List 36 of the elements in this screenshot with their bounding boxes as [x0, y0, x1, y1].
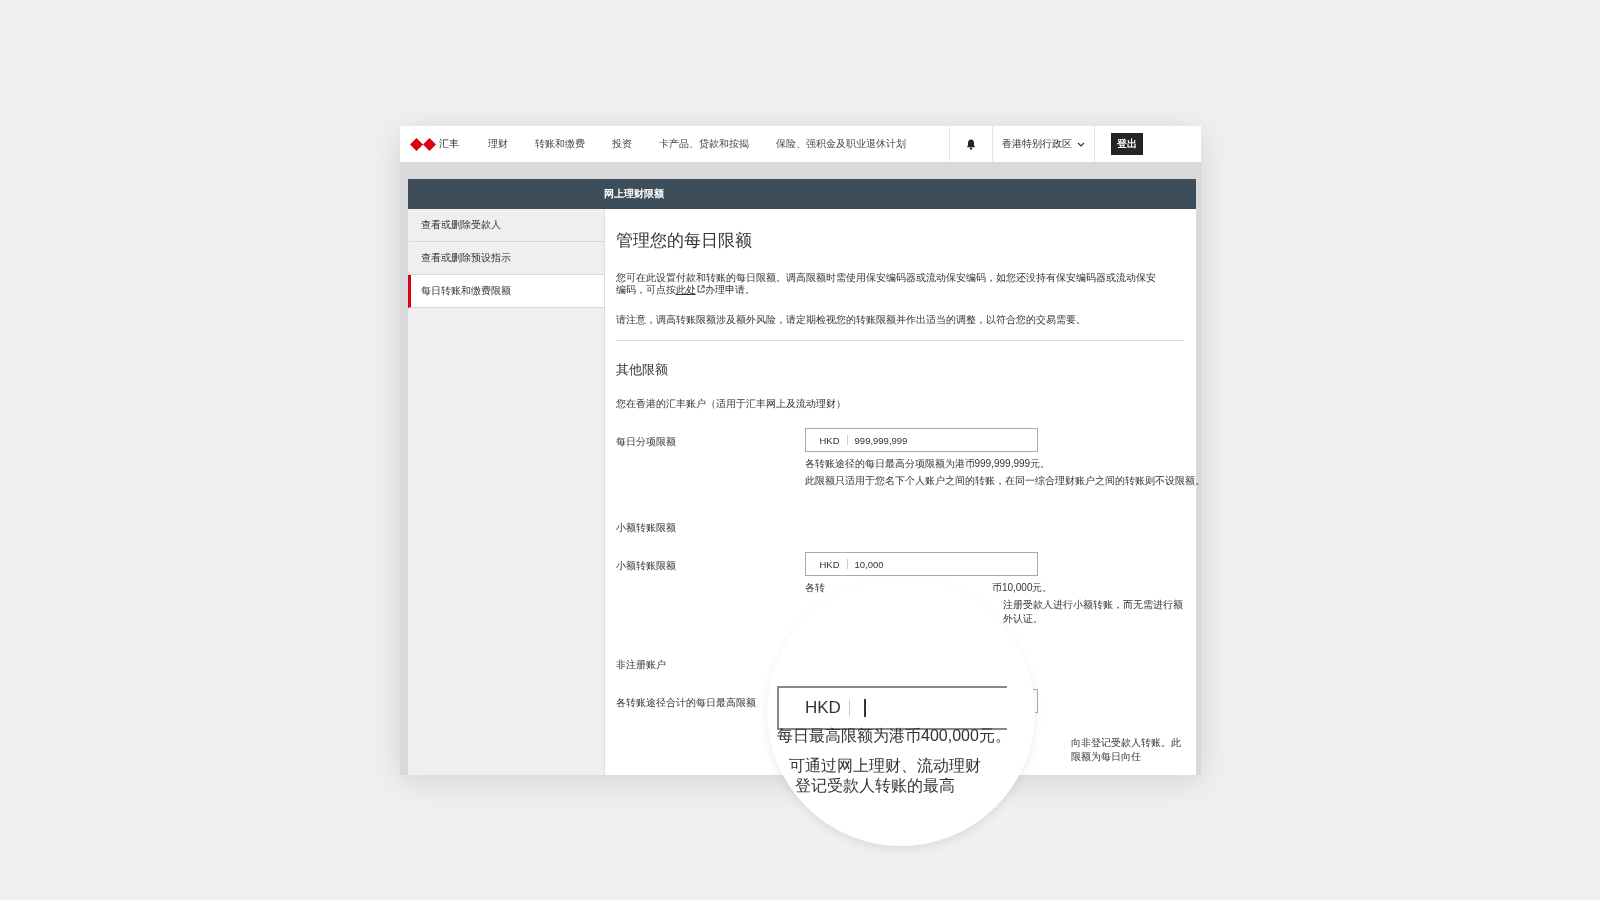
amount-field[interactable]: HKD 10,000 [804, 552, 1038, 576]
help-text: 此限额只适用于您名下个人账户之间的转账，在同一综合理财账户之间的转账则不设限额。 [804, 474, 1201, 488]
page-title: 管理您的每日限额 [615, 230, 753, 252]
help-text: 币10,000元。 [991, 581, 1053, 595]
nav-link[interactable]: 转账和缴费 [534, 137, 585, 151]
section-title: 其他限额 [615, 361, 669, 379]
notice-text: 请注意，调高转账限额涉及额外风险，请定期检视您的转账限额并作出适当的调整，以符合您的交易需要。 [615, 314, 1087, 326]
nav-link[interactable]: 保险、强积金及职业退休计划 [775, 137, 906, 151]
help-text: 各转 [804, 581, 825, 595]
account-note: 您在香港的汇丰账户（适用于汇丰网上及流动理财） [615, 398, 847, 410]
magnified-text: 登记受款人转账的最高 [795, 776, 955, 796]
nav-link[interactable]: 卡产品、贷款和按揭 [658, 137, 749, 151]
page-header-title: 网上理财限额 [603, 187, 664, 201]
bell-icon[interactable] [965, 138, 976, 150]
sidebar-item[interactable]: 每日转账和缴费限额 [407, 275, 604, 308]
limit-label: 小额转账限额 [615, 559, 677, 573]
limit-heading: 非注册账户 [615, 658, 667, 672]
logout-button[interactable]: 登出 [1110, 133, 1143, 155]
limit-label: 各转账途径合计的每日最高限额 [615, 696, 757, 710]
region-dropdown[interactable]: 香港特别行政区 [991, 126, 1094, 162]
chevron-down-icon[interactable] [1076, 141, 1085, 147]
nav-link[interactable]: 理财 [487, 137, 508, 151]
amount-field[interactable]: HKD 999,999,999 [804, 428, 1038, 452]
help-text: 注册受款人进行小额转账，而无需进行额外认证。 [1002, 598, 1183, 626]
limit-label: 每日分项限额 [615, 435, 677, 449]
here-link[interactable]: 此处 [675, 284, 705, 295]
help-text: 向非登记受款人转账。此限额为每日向任 [1070, 736, 1181, 764]
logo-text[interactable]: 汇丰 [438, 137, 459, 151]
limit-heading: 小额转账限额 [615, 521, 677, 535]
external-link-icon[interactable] [696, 285, 705, 293]
text-cursor [863, 699, 866, 717]
intro-paragraph: 您可在此设置付款和转账的每日限额。调高限额时需使用保安编码器或流动保安编码，如您还没持有保安编码器或流动保安编码，可点按此处 办理申请。 [615, 272, 1157, 296]
sidebar-item[interactable]: 查看或删除受款人 [407, 209, 604, 242]
help-text: 各转账途径的每日最高分项限额为港币999,999,999元。 [804, 457, 1051, 471]
nav-link[interactable]: 投资 [611, 137, 632, 151]
magnified-text: 可通过网上理财、流动理财 [789, 756, 981, 776]
